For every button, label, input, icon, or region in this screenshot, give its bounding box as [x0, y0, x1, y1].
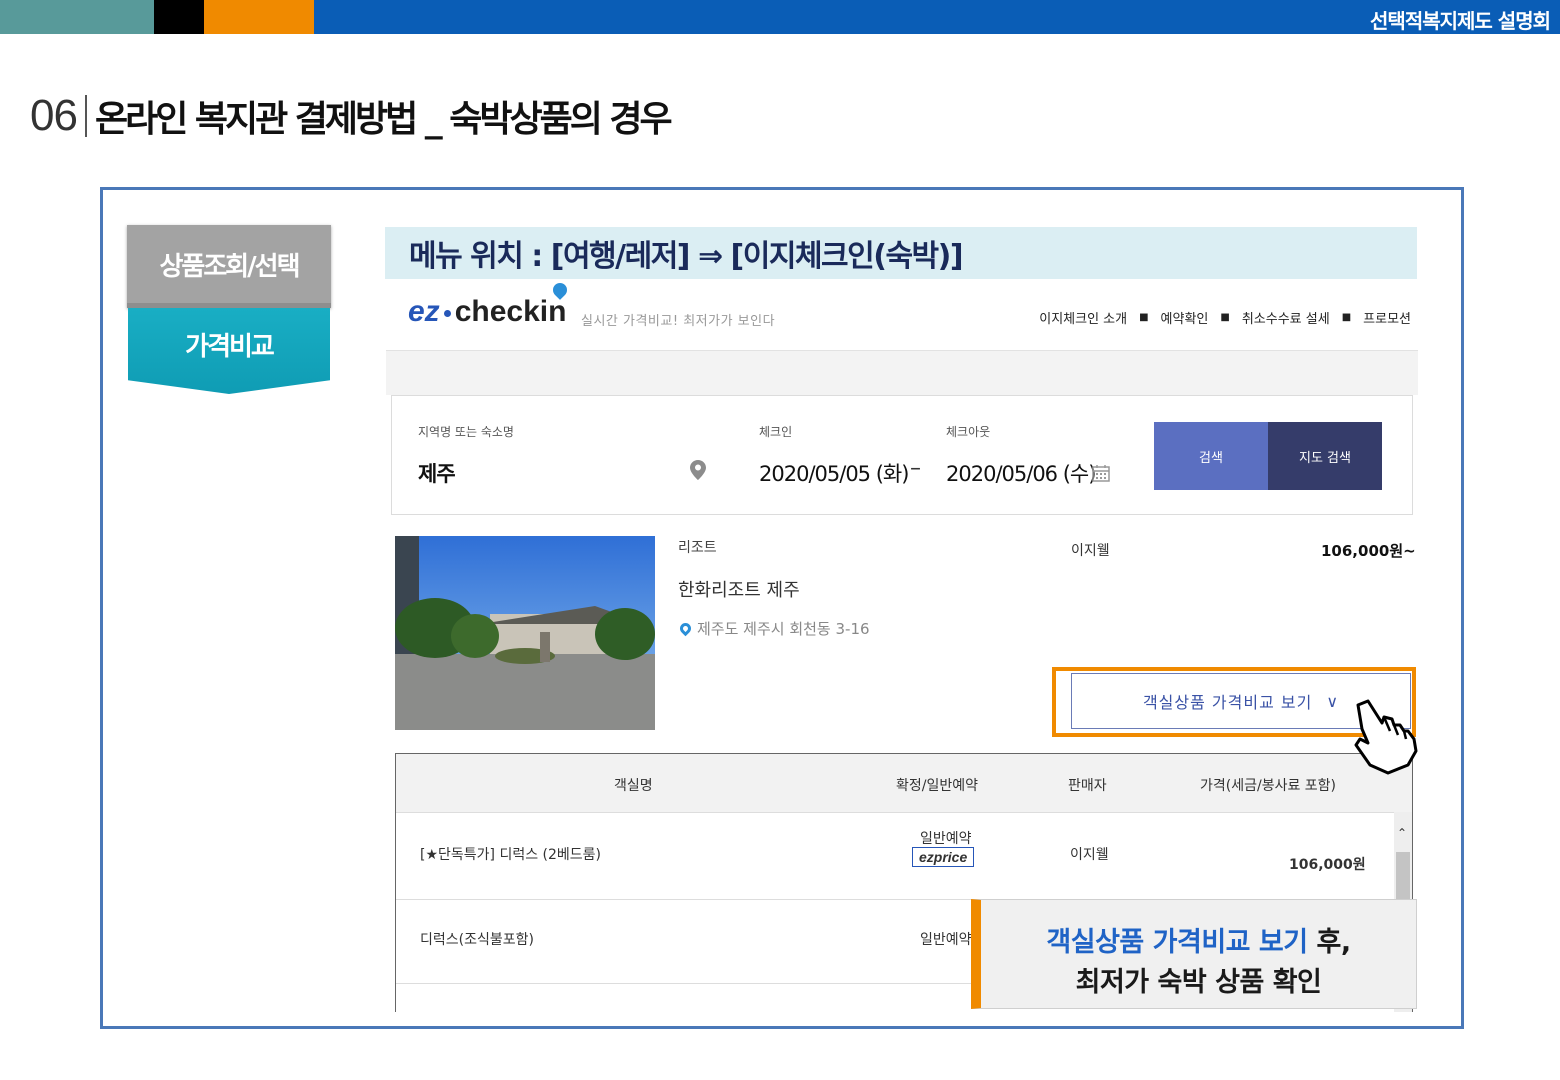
- region-input[interactable]: 제주: [418, 458, 456, 488]
- room-name: [★단독특가] 디럭스 (2베드룸): [420, 847, 602, 863]
- ezcheckin-tagline: 실시간 가격비교! 최저가가 보인다: [581, 314, 776, 329]
- nav-item-about[interactable]: 이지체크인 소개: [1039, 308, 1127, 327]
- location-icon[interactable]: [690, 460, 706, 480]
- presentation-title: 선택적복지제도 설명회: [1370, 9, 1551, 33]
- compare-button-label: 객실상품 가격비교 보기: [1142, 693, 1313, 712]
- scroll-up-icon[interactable]: ⌃: [1397, 826, 1407, 840]
- callout-highlight-text: 객실상품 가격비교 보기: [1046, 927, 1308, 958]
- nav-separator: ■: [1341, 312, 1352, 323]
- hotel-name[interactable]: 한화리조트 제주: [678, 576, 800, 602]
- ezprice-badge: ezprice: [912, 847, 975, 867]
- room-price: 106,000원: [1289, 857, 1366, 873]
- table-header: 객실명 확정/일반예약 판매자 가격(세금/봉사료 포함): [396, 754, 1412, 813]
- col-reservation-type: 확정/일반예약: [896, 778, 978, 794]
- logo-checkin-text: checkin: [454, 295, 567, 328]
- map-search-button[interactable]: 지도 검색: [1268, 422, 1382, 490]
- room-seller: 이지웰: [1070, 847, 1109, 863]
- hotel-price: 106,000원~: [1321, 542, 1416, 560]
- pointer-hand-icon: [1354, 699, 1418, 775]
- nav-item-reservation-check[interactable]: 예약확인: [1161, 308, 1209, 327]
- search-button[interactable]: 검색: [1154, 422, 1268, 490]
- nav-separator: ■: [1220, 312, 1230, 323]
- hotel-address-text: 제주도 제주시 회천동 3-16: [697, 620, 870, 638]
- ezcheckin-nav: 이지체크인 소개 ■ 예약확인 ■ 취소수수료 설세 ■ 프로모션: [1039, 308, 1411, 327]
- col-price: 가격(세금/봉사료 포함): [1200, 778, 1337, 794]
- date-range-dash: –: [910, 456, 921, 481]
- section-number: 06: [30, 91, 78, 140]
- checkin-input[interactable]: 2020/05/05 (화): [759, 458, 909, 488]
- instruction-callout: 객실상품 가격비교 보기 후, 최저가 숙박 상품 확인: [971, 899, 1417, 1009]
- hotel-seller: 이지웰: [1071, 543, 1110, 559]
- menu-location-label: 메뉴 위치 : [여행/레저] ⇒ [이지체크인(숙박)]: [385, 227, 1417, 279]
- step-product-select: 상품조회/선택: [127, 225, 331, 308]
- heading-divider: [84, 95, 87, 137]
- col-seller: 판매자: [1068, 778, 1107, 794]
- checkout-label: 체크아웃: [946, 425, 991, 439]
- callout-line-2: 최저가 숙박 상품 확인: [1075, 967, 1322, 998]
- top-bar-black-segment: [154, 0, 204, 34]
- top-color-bar: 선택적복지제도 설명회: [0, 0, 1560, 34]
- hotel-address: 제주도 제주시 회천동 3-16: [677, 618, 870, 639]
- map-pin-icon: [677, 620, 694, 637]
- logo-dot: [443, 310, 451, 317]
- top-bar-orange-segment: [204, 0, 314, 34]
- ezcheckin-logo[interactable]: ez checkin: [408, 280, 570, 329]
- logo-ez-text: ez: [408, 295, 440, 328]
- slide-heading: 06 온라인 복지관 결제방법 _ 숙박상품의 경우: [30, 88, 673, 144]
- top-bar-teal-segment: [0, 0, 154, 34]
- callout-suffix-text: 후,: [1307, 927, 1351, 958]
- content-frame: 상품조회/선택 가격비교 메뉴 위치 : [여행/레저] ⇒ [이지체크인(숙박…: [100, 187, 1464, 1029]
- col-room-name: 객실명: [614, 778, 653, 794]
- search-form: 지역명 또는 숙소명 제주 체크인 2020/05/05 (화) – 체크아웃 …: [391, 395, 1413, 515]
- hotel-category: 리조트: [678, 540, 717, 556]
- reservation-type: 일반예약: [920, 831, 972, 847]
- nav-item-cancel-fee[interactable]: 취소수수료 설세: [1242, 308, 1330, 327]
- room-name: 디럭스(조식불포함): [420, 932, 534, 948]
- table-row[interactable]: [★단독특가] 디럭스 (2베드룸) 일반예약 ezprice 이지웰 106,…: [396, 813, 1412, 900]
- nav-item-promotion[interactable]: 프로모션: [1363, 308, 1411, 327]
- region-label: 지역명 또는 숙소명: [418, 425, 514, 439]
- slide-title: 온라인 복지관 결제방법 _ 숙박상품의 경우: [94, 99, 673, 140]
- calendar-icon[interactable]: [1092, 464, 1110, 482]
- checkin-label: 체크인: [759, 425, 793, 439]
- chevron-down-icon: ∨: [1326, 691, 1340, 711]
- reservation-type: 일반예약: [920, 932, 972, 948]
- step-price-compare: 가격비교: [128, 308, 330, 394]
- checkout-input[interactable]: 2020/05/06 (수): [946, 458, 1096, 488]
- callout-line-1: 객실상품 가격비교 보기 후,: [981, 920, 1416, 959]
- hotel-photo[interactable]: [395, 536, 655, 730]
- header-gray-band: [386, 351, 1418, 395]
- nav-separator: ■: [1139, 312, 1149, 323]
